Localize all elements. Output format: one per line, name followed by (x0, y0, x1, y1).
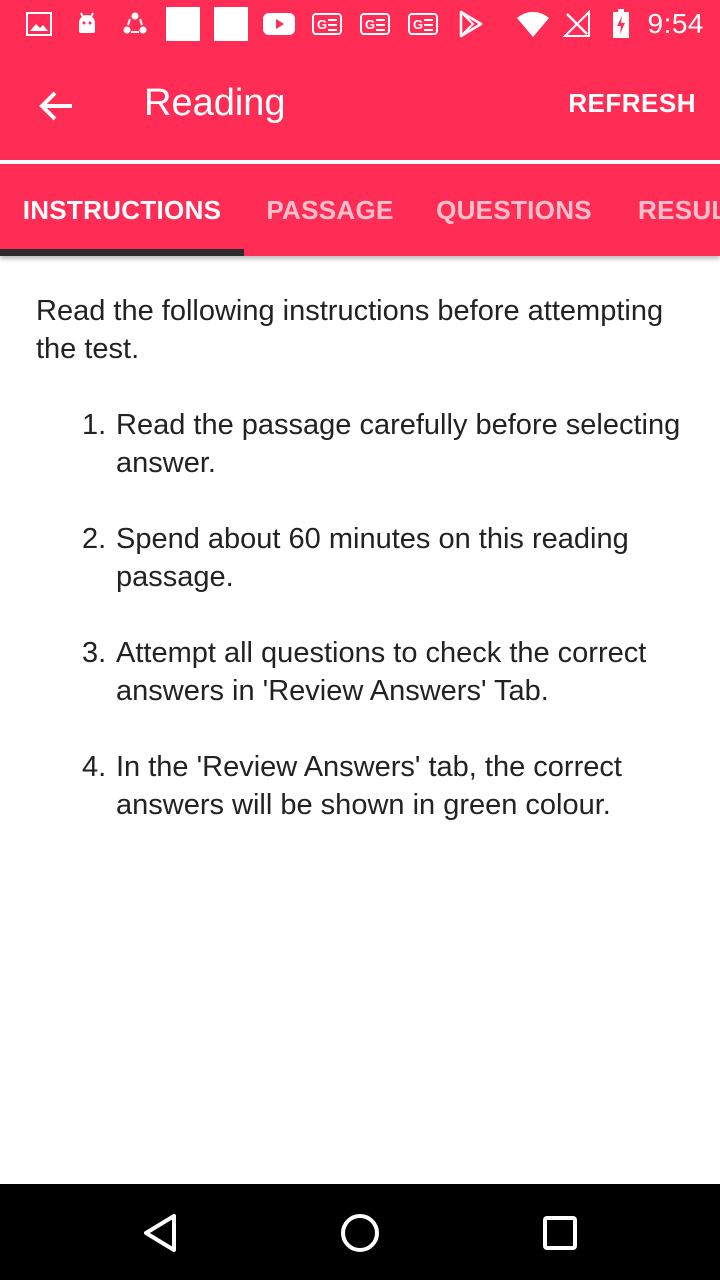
sync-icon (118, 7, 152, 41)
tab-indicator (0, 249, 244, 256)
list-item-text: Attempt all questions to check the corre… (116, 637, 647, 707)
youtube-icon (262, 7, 296, 41)
list-item: 2. Spend about 60 minutes on this readin… (36, 520, 686, 596)
android-icon (70, 7, 104, 41)
blank-square-icon (214, 7, 248, 41)
list-item: 1. Read the passage carefully before sel… (36, 406, 686, 482)
list-number: 1. (82, 409, 107, 441)
translate-icon: G (406, 7, 440, 41)
triangle-back-icon (144, 1214, 176, 1252)
back-button[interactable] (28, 78, 84, 134)
image-icon (22, 7, 56, 41)
instructions-content: Read the following instructions before a… (36, 292, 686, 862)
intro-text: Read the following instructions before a… (36, 295, 664, 365)
status-bar: G G G 9:54 (0, 0, 720, 48)
blank-square-icon (166, 7, 200, 41)
svg-text:G: G (365, 17, 375, 32)
svg-text:G: G (317, 17, 327, 32)
notification-icons: G G G (22, 7, 488, 41)
list-item-text: Read the passage carefully before select… (116, 409, 681, 479)
recents-button[interactable] (535, 1208, 585, 1258)
list-item: 4. In the 'Review Answers' tab, the corr… (36, 748, 686, 824)
page-title: Reading (144, 82, 286, 124)
tab-passage[interactable]: PASSAGE (244, 164, 416, 256)
no-signal-icon (560, 7, 594, 41)
tab-bar: INSTRUCTIONS PASSAGE QUESTIONS RESULT (0, 164, 720, 256)
play-store-icon (454, 7, 488, 41)
battery-charging-icon (604, 7, 638, 41)
wifi-icon (516, 7, 550, 41)
instructions-list: 1. Read the passage carefully before sel… (36, 406, 686, 824)
list-item-text: In the 'Review Answers' tab, the correct… (116, 751, 622, 821)
list-item-text: Spend about 60 minutes on this reading p… (116, 523, 629, 593)
back-nav-button[interactable] (135, 1208, 185, 1258)
navigation-bar (0, 1184, 720, 1280)
circle-home-icon (341, 1214, 379, 1252)
status-time: 9:54 (647, 8, 704, 39)
translate-icon: G (358, 7, 392, 41)
app-bar: Reading REFRESH (0, 48, 720, 160)
square-recents-icon (543, 1216, 577, 1250)
tab-instructions[interactable]: INSTRUCTIONS (0, 164, 244, 256)
list-number: 2. (82, 523, 107, 555)
home-button[interactable] (335, 1208, 385, 1258)
list-item: 3. Attempt all questions to check the co… (36, 634, 686, 710)
arrow-left-icon (39, 91, 72, 121)
svg-text:G: G (413, 17, 423, 32)
tab-questions[interactable]: QUESTIONS (416, 164, 612, 256)
list-number: 3. (82, 637, 107, 669)
system-icons: 9:54 (516, 7, 705, 41)
tab-result[interactable]: RESULT (612, 164, 720, 256)
refresh-button[interactable]: REFRESH (568, 88, 696, 119)
list-number: 4. (82, 751, 107, 783)
translate-icon: G (310, 7, 344, 41)
